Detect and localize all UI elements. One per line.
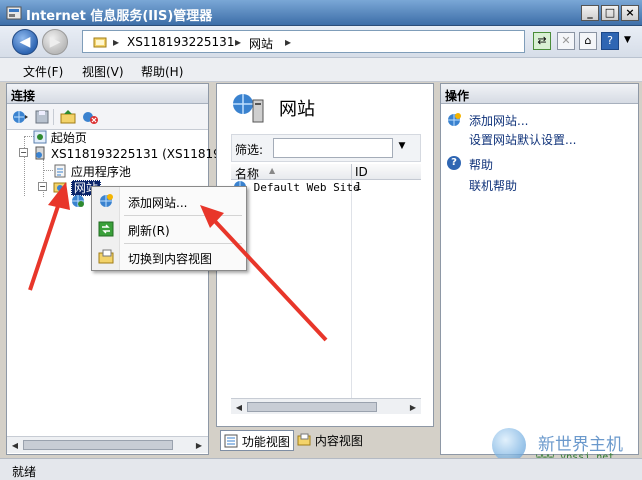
- annotation-arrows: [28, 182, 328, 342]
- annotation-arrow-left: [28, 182, 70, 291]
- annotation-arrow-right: [200, 205, 328, 342]
